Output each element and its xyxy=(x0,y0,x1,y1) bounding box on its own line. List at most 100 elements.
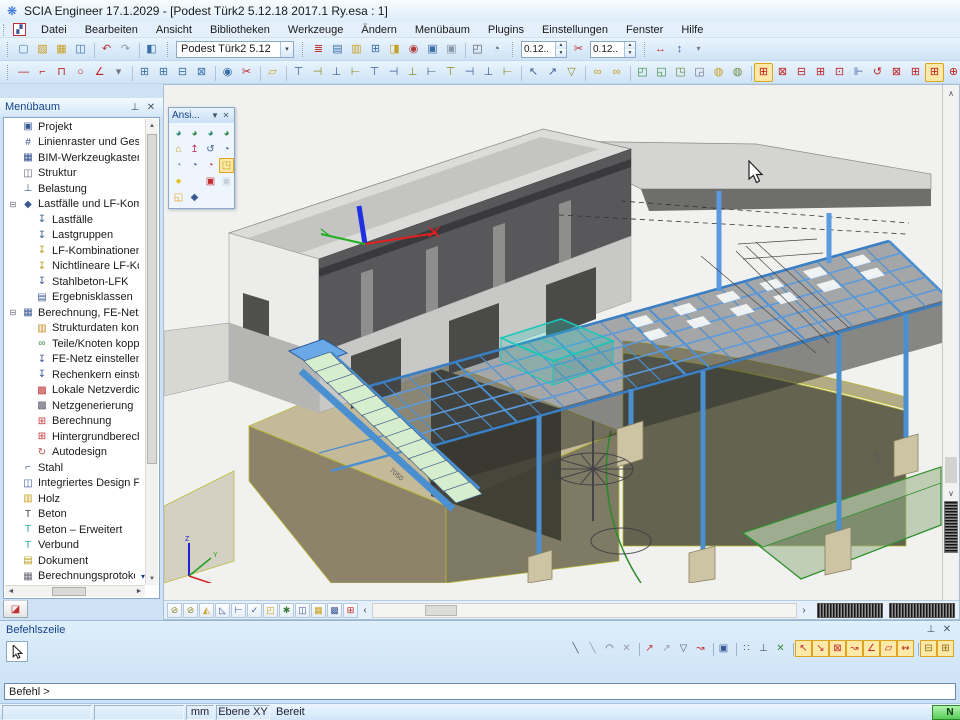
copy-add-icon[interactable]: ⊞ xyxy=(154,63,173,82)
snap-grid-icon[interactable]: ⊞ xyxy=(937,640,954,657)
tree-vertical-scrollbar[interactable]: ▲ ▼ xyxy=(145,119,158,585)
snap-midpoint-icon[interactable]: ↘ xyxy=(812,640,829,657)
load-point-icon[interactable]: ⊡ xyxy=(830,63,849,82)
paste-icon[interactable]: ⊟ xyxy=(173,63,192,82)
compare-members-icon[interactable]: ◰ xyxy=(633,63,652,82)
zoom-in-icon[interactable]: ◔ xyxy=(219,142,234,157)
scroll-up-icon[interactable]: ▲ xyxy=(146,119,158,132)
overflow-icon[interactable]: ▾ xyxy=(109,63,128,82)
snap-ortho-icon[interactable]: ⊟ xyxy=(920,640,937,657)
model-viewport[interactable]: 7050 218 Z Y X Ansi... xyxy=(163,84,960,620)
draw-dimension-icon[interactable]: ⌐ xyxy=(33,63,52,82)
snap-angle-icon[interactable]: ∠ xyxy=(863,640,880,657)
render-mode-icon[interactable]: ⊘ xyxy=(167,603,182,618)
close-icon[interactable]: ✕ xyxy=(144,102,158,113)
dim-total-icon[interactable]: ⊢ xyxy=(498,63,517,82)
tree-item-hintergrund[interactable]: ⊞ Hintergrundberech xyxy=(5,429,145,445)
model-canvas[interactable]: 7050 218 Z Y X xyxy=(164,85,944,583)
draw-bracket-icon[interactable]: ⊓ xyxy=(52,63,71,82)
compare-nodes-icon[interactable]: ◱ xyxy=(652,63,671,82)
tree-item-teile-knoten[interactable]: ∞ Teile/Knoten kopp xyxy=(5,336,145,352)
grid-blue-icon[interactable]: ▩ xyxy=(327,603,342,618)
tree-item-stahlbeton-lfk[interactable]: ↧ Stahlbeton-LFK xyxy=(5,274,145,290)
star-icon[interactable]: ✱ xyxy=(279,603,294,618)
toolbar-overflow-icon[interactable]: ▾ xyxy=(689,40,708,59)
tree-horizontal-scrollbar[interactable]: ◄ ► xyxy=(5,585,145,597)
compress-members-icon[interactable]: ↔ xyxy=(651,40,670,59)
snap-extension-icon[interactable]: ↭ xyxy=(897,640,914,657)
box-gray-icon[interactable]: ◲ xyxy=(690,63,709,82)
menu-item[interactable]: Hilfe xyxy=(672,22,712,38)
snap-dot-grid-icon[interactable]: ∷ xyxy=(738,640,755,657)
visibility-icon[interactable]: ◉ xyxy=(218,63,237,82)
chart-icon[interactable]: ◺ xyxy=(215,603,230,618)
member-height-icon[interactable]: ↕ xyxy=(670,40,689,59)
render-icon[interactable]: ▣ xyxy=(203,174,218,189)
splitter-stripes[interactable] xyxy=(944,501,958,553)
status-cell-plane[interactable]: Ebene XY xyxy=(216,705,270,720)
save-icon[interactable]: ◫ xyxy=(71,40,90,59)
redo-icon[interactable]: ↷ xyxy=(116,40,135,59)
dimension-cut-icon[interactable]: ✂ xyxy=(569,40,588,59)
open-project-icon[interactable]: ▨ xyxy=(33,40,52,59)
viewport-vertical-scrollbar[interactable]: ∧ ∨ xyxy=(942,85,959,600)
clipping-box-icon[interactable]: ◳ xyxy=(219,158,234,173)
project-selector[interactable]: Podest Türk2 5.12 ▾ xyxy=(176,41,294,58)
snap-edge-icon[interactable]: ↗ xyxy=(658,640,675,657)
tree-item-berechnungsprotokoll[interactable]: ▦ Berechnungsprotokol ▾ xyxy=(5,569,145,585)
menu-item[interactable]: Ändern xyxy=(352,22,405,38)
spin-down-icon[interactable]: ▼ xyxy=(625,49,635,57)
boxes-icon[interactable]: ▦ xyxy=(311,603,326,618)
scale-spinner-2[interactable]: 0.12.. ▲▼ xyxy=(590,41,636,58)
view-axonometric-icon[interactable]: ◕ xyxy=(219,126,234,141)
snap-surface-icon[interactable]: ▽ xyxy=(675,640,692,657)
snap-center-icon[interactable]: ⊠ xyxy=(829,640,846,657)
new-project-icon[interactable]: ▢ xyxy=(14,40,33,59)
load-delete-icon[interactable]: ⊠ xyxy=(887,63,906,82)
snap-parallel-icon[interactable]: ▱ xyxy=(880,640,897,657)
snap-cursor-icon[interactable]: ▣ xyxy=(715,640,732,657)
spin-up-icon[interactable]: ▲ xyxy=(556,42,566,50)
palette-close-icon[interactable]: ✕ xyxy=(221,111,231,120)
load-moment-icon[interactable]: ⊩ xyxy=(849,63,868,82)
command-panel-header[interactable]: Befehlszeile ⊥ ✕ xyxy=(0,621,960,638)
draw-circle-icon[interactable]: ○ xyxy=(71,63,90,82)
zoom-window-icon[interactable]: ◔ xyxy=(187,158,202,173)
draw-angle-icon[interactable]: ∠ xyxy=(90,63,109,82)
target-icon[interactable]: ⊕ xyxy=(944,63,960,82)
menu-item[interactable]: Ansicht xyxy=(147,22,201,38)
scale-spinner-1[interactable]: 0.12.. ▲▼ xyxy=(521,41,567,58)
dim-arrow-icon[interactable]: ⊣ xyxy=(460,63,479,82)
copy-icon[interactable]: ⊞ xyxy=(135,63,154,82)
load-node-icon[interactable]: ⊞ xyxy=(811,63,830,82)
zoom-all-icon[interactable]: ⌂ xyxy=(171,142,186,157)
tree-item-berechnung[interactable]: ⊞ Berechnung xyxy=(5,414,145,430)
paste-special-icon[interactable]: ⊠ xyxy=(192,63,211,82)
menu-item[interactable]: Datei xyxy=(32,22,76,38)
tree-item-dokument[interactable]: ▤ Dokument xyxy=(5,553,145,569)
draw-line-icon[interactable]: — xyxy=(14,63,33,82)
gallery-icon[interactable]: ▣ xyxy=(423,40,442,59)
menu-item[interactable]: Werkzeuge xyxy=(279,22,352,38)
dim-level-icon[interactable]: ⊣ xyxy=(384,63,403,82)
labels-icon[interactable]: ✓ xyxy=(247,603,262,618)
menu-item[interactable]: Bibliotheken xyxy=(201,22,279,38)
light-icon[interactable]: ● xyxy=(171,174,186,189)
menu-tree-header[interactable]: Menübaum ⊥ ✕ xyxy=(0,98,163,116)
tree-item-rechenkern[interactable]: ↧ Rechenkern einstel xyxy=(5,367,145,383)
volume-icon[interactable]: ◰ xyxy=(263,603,278,618)
dim-chain-icon[interactable]: ⊥ xyxy=(479,63,498,82)
view-top-icon[interactable]: ◕ xyxy=(171,126,186,141)
menu-tree-tab[interactable]: ◪ xyxy=(3,600,28,618)
tree-item-bim[interactable]: ▦ BIM-Werkzeugkasten xyxy=(5,150,145,166)
project-manager-icon[interactable]: ◧ xyxy=(142,40,161,59)
tree-item-netzverdichtung[interactable]: ▩ Lokale Netzverdich xyxy=(5,383,145,399)
load-beam-icon[interactable]: ⊟ xyxy=(792,63,811,82)
snap-line2-icon[interactable]: ╲ xyxy=(584,640,601,657)
rotate-view-icon[interactable]: ↺ xyxy=(203,142,218,157)
scrollbar-thumb[interactable] xyxy=(147,134,157,464)
background-color-icon[interactable]: ◱ xyxy=(171,190,186,205)
command-input[interactable]: Befehl > xyxy=(4,683,956,700)
people-icon[interactable]: ◍ xyxy=(709,63,728,82)
tree-item-verbund[interactable]: T Verbund xyxy=(5,538,145,554)
